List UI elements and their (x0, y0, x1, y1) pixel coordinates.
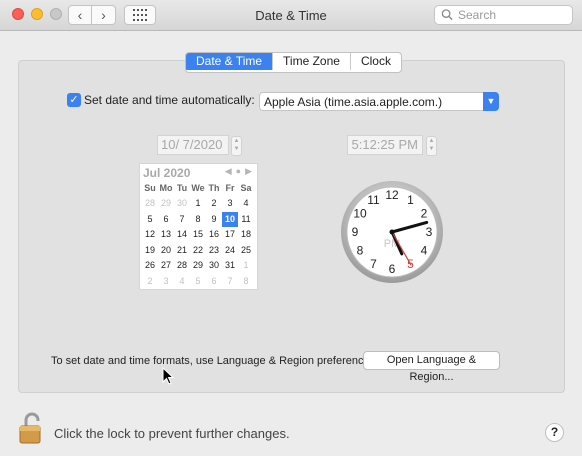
weekday-label: Tu (176, 183, 188, 193)
date-stepper[interactable]: ▲ ▼ (231, 136, 242, 156)
clock-number: 4 (421, 244, 428, 258)
calendar-day[interactable]: 17 (222, 227, 238, 243)
weekday-label: We (191, 183, 205, 193)
clock-number: 11 (367, 193, 380, 207)
search-field[interactable] (434, 5, 573, 25)
calendar-day[interactable]: 8 (238, 274, 254, 290)
calendar-day[interactable]: 1 (190, 196, 206, 212)
date-field[interactable]: 10/ 7/2020 (157, 135, 229, 155)
calendar-day[interactable]: 29 (190, 258, 206, 274)
weekday-label: Sa (240, 183, 252, 193)
clock-number: 12 (385, 188, 399, 202)
calendar-day[interactable]: 27 (158, 258, 174, 274)
calendar-day[interactable]: 5 (190, 274, 206, 290)
calendar-day[interactable]: 8 (190, 212, 206, 228)
calendar-day[interactable]: 13 (158, 227, 174, 243)
clock-number: 7 (370, 257, 377, 271)
analog-clock: 121234567891011 PM (341, 181, 443, 283)
time-stepper[interactable]: ▲ ▼ (426, 136, 437, 156)
calendar-day[interactable]: 4 (238, 196, 254, 212)
calendar-day[interactable]: 1 (238, 258, 254, 274)
calendar-day[interactable]: 19 (142, 243, 158, 259)
calendar-month-label: Jul 2020 (143, 166, 191, 180)
clock-number: 1 (407, 193, 414, 207)
mouse-pointer-icon (162, 367, 174, 385)
calendar-grid: 28 29 30 1 2 3 4 5 6 7 8 9 10 11 12 13 14 15 16 17 18 19 20 21 2… (142, 196, 257, 289)
calendar-day[interactable]: 22 (190, 243, 206, 259)
weekday-label: Su (144, 183, 156, 193)
calendar-day[interactable]: 7 (222, 274, 238, 290)
calendar-day[interactable]: 10 (222, 211, 238, 227)
calendar-day[interactable]: 5 (142, 212, 158, 228)
calendar-day[interactable]: 2 (142, 274, 158, 290)
arrow-up-icon: ▲ (233, 138, 240, 144)
clock-number: 8 (357, 244, 364, 258)
calendar-day[interactable]: 30 (206, 258, 222, 274)
calendar-day[interactable]: 20 (158, 243, 174, 259)
lock-message: Click the lock to prevent further change… (54, 426, 290, 441)
time-server-value: Apple Asia (time.asia.apple.com.) (264, 95, 443, 109)
calendar-day[interactable]: 26 (142, 258, 158, 274)
auto-time-checkbox[interactable]: ✓ (67, 93, 81, 107)
calendar-day[interactable]: 14 (174, 227, 190, 243)
weekday-label: Mo (159, 183, 173, 193)
calendar-day[interactable]: 21 (174, 243, 190, 259)
auto-time-label: Set date and time automatically: (84, 93, 255, 107)
weekday-label: Th (208, 183, 220, 193)
weekday-label: Fr (225, 183, 235, 193)
calendar-day[interactable]: 3 (222, 196, 238, 212)
calendar-day[interactable]: 9 (206, 212, 222, 228)
auto-time-row: ✓ Set date and time automatically: (67, 93, 255, 107)
calendar-day[interactable]: 7 (174, 212, 190, 228)
clock-number: 10 (353, 207, 367, 221)
calendar-day[interactable]: 2 (206, 196, 222, 212)
calendar-day[interactable]: 11 (238, 212, 254, 228)
tab-time-zone[interactable]: Time Zone (273, 53, 351, 70)
calendar-nav: ◀ ● ▶ (221, 166, 252, 177)
calendar-day[interactable]: 18 (238, 227, 254, 243)
calendar-day[interactable]: 3 (158, 274, 174, 290)
time-field[interactable]: 5:12:25 PM (347, 135, 423, 155)
calendar-day[interactable]: 6 (206, 274, 222, 290)
calendar-day[interactable]: 6 (158, 212, 174, 228)
arrow-down-icon: ▼ (428, 146, 435, 152)
calendar-day[interactable]: 28 (142, 196, 158, 212)
clock-number: 9 (352, 225, 359, 239)
calendar-day[interactable]: 30 (174, 196, 190, 212)
tab-clock[interactable]: Clock (351, 53, 401, 70)
calendar-day[interactable]: 16 (206, 227, 222, 243)
previous-month-icon[interactable]: ◀ (225, 166, 232, 176)
clock-number: 3 (426, 225, 433, 239)
tab-bar: Date & Time Time Zone Clock (185, 52, 402, 73)
weekday-header: Su Mo Tu We Th Fr Sa (142, 181, 257, 196)
checkmark-icon: ✓ (69, 94, 79, 106)
search-icon (441, 9, 453, 21)
calendar-day[interactable]: 29 (158, 196, 174, 212)
calendar-day[interactable]: 31 (222, 258, 238, 274)
calendar-day[interactable]: 4 (174, 274, 190, 290)
calendar-day[interactable]: 24 (222, 243, 238, 259)
clock-center-pin (389, 229, 395, 235)
arrow-up-icon: ▲ (428, 138, 435, 144)
today-dot-icon[interactable]: ● (236, 166, 241, 176)
calendar-day[interactable]: 15 (190, 227, 206, 243)
lock-icon[interactable] (19, 412, 45, 444)
calendar-day[interactable]: 12 (142, 227, 158, 243)
help-button[interactable]: ? (545, 423, 564, 442)
clock-number: 2 (421, 207, 428, 221)
title-bar: ‹ › Date & Time (0, 0, 582, 31)
formats-hint: To set date and time formats, use Langua… (51, 355, 379, 367)
clock-number: 6 (389, 262, 396, 276)
next-month-icon[interactable]: ▶ (245, 166, 252, 176)
open-language-region-button[interactable]: Open Language & Region... (363, 351, 500, 383)
chevron-down-icon: ▼ (483, 92, 499, 111)
time-server-select[interactable]: Apple Asia (time.asia.apple.com.) ▼ (259, 92, 499, 111)
calendar-day[interactable]: 25 (238, 243, 254, 259)
arrow-down-icon: ▼ (233, 146, 240, 152)
calendar-day[interactable]: 23 (206, 243, 222, 259)
calendar: Jul 2020 ◀ ● ▶ Su Mo Tu We Th Fr Sa 28 29 30 1 2 3 4 5 6… (139, 163, 258, 290)
calendar-day[interactable]: 28 (174, 258, 190, 274)
tab-date-time[interactable]: Date & Time (186, 53, 274, 70)
search-input[interactable] (454, 8, 572, 22)
